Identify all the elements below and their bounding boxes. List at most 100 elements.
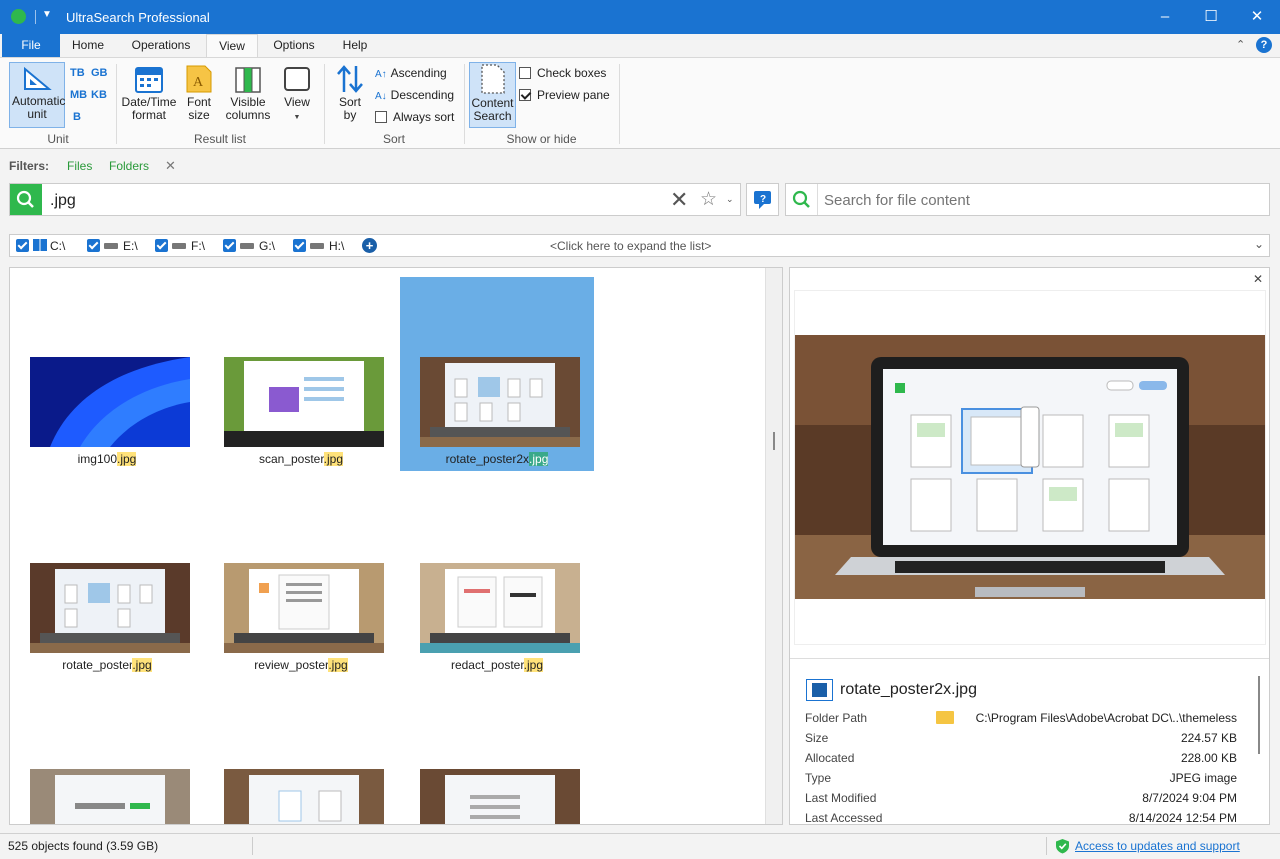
search-history-dropdown-icon[interactable]: ⌄ [726, 194, 734, 205]
clear-filters-icon[interactable]: ✕ [165, 158, 176, 174]
prop-last-modified-value: 8/7/2024 9:04 PM [1142, 791, 1237, 805]
collapse-ribbon-icon[interactable]: ⌃ [1236, 38, 1245, 51]
expand-drive-list-icon[interactable]: ⌄ [1254, 237, 1264, 251]
unit-gb-button[interactable]: GB [91, 67, 108, 79]
result-item[interactable]: rotate_poster.jpg [10, 483, 204, 677]
search-button[interactable] [10, 184, 42, 215]
ruler-triangle-icon [24, 66, 52, 90]
thumbnail-image [420, 563, 580, 653]
result-item[interactable]: img100.jpg [10, 277, 204, 471]
quick-access-separator [35, 10, 36, 24]
properties-scrollbar[interactable] [1258, 676, 1260, 754]
result-item[interactable] [204, 689, 398, 824]
columns-icon [235, 67, 261, 93]
folder-icon [936, 711, 954, 724]
chevron-down-icon: ▼ [293, 114, 301, 121]
drive-h-check-icon [293, 239, 306, 252]
favorite-star-icon[interactable]: ☆ [700, 188, 717, 211]
result-filename: img100.jpg [10, 452, 204, 466]
close-window-button[interactable]: ✕ [1234, 0, 1280, 34]
search-input[interactable]: .jpg [50, 192, 76, 210]
tab-operations[interactable]: Operations [118, 34, 204, 57]
drive-e-label: E:\ [123, 239, 138, 253]
sort-by-button[interactable]: Sort by [331, 64, 369, 128]
shield-check-icon [1056, 839, 1069, 854]
thumbnail-image [224, 357, 384, 447]
unit-mb-button[interactable]: MB [70, 89, 87, 101]
descending-label: Descending [390, 88, 455, 102]
automatic-unit-label: Automatic unit [12, 94, 66, 121]
sort-ascending-icon: A↑ [375, 69, 387, 80]
app-logo-icon[interactable] [11, 9, 26, 24]
clear-search-icon[interactable]: ✕ [670, 187, 688, 213]
content-search-input[interactable] [824, 190, 1254, 210]
drive-f[interactable]: F:\ [155, 239, 205, 253]
scrollbar-thumb[interactable] [773, 432, 775, 450]
filter-folders[interactable]: Folders [109, 159, 149, 173]
always-sort-checkbox[interactable]: Always sort [375, 110, 454, 124]
show-hide-group-label: Show or hide [506, 132, 577, 146]
expand-list-hint[interactable]: <Click here to expand the list> [550, 239, 711, 253]
filter-files[interactable]: Files [67, 159, 92, 173]
tab-view[interactable]: View [206, 34, 258, 57]
results-scrollbar[interactable] [765, 268, 782, 824]
visible-columns-button[interactable]: Visible columns [224, 64, 272, 128]
minimize-button[interactable]: – [1142, 0, 1188, 34]
tab-help[interactable]: Help [330, 34, 380, 57]
drive-e[interactable]: E:\ [87, 239, 138, 253]
content-search-button[interactable]: Content Search [469, 62, 516, 128]
result-list-group-label: Result list [193, 132, 246, 146]
search-help-button[interactable]: ? [746, 183, 779, 216]
unit-tb-button[interactable]: TB [70, 67, 85, 79]
result-extension: .jpg [529, 452, 549, 466]
result-item[interactable] [400, 689, 594, 824]
datetime-format-button[interactable]: Date/Time format [121, 64, 177, 128]
result-filename: redact_poster.jpg [400, 658, 594, 672]
result-item[interactable] [10, 689, 204, 824]
drive-g[interactable]: G:\ [223, 239, 275, 253]
prop-allocated-value: 228.00 KB [1180, 751, 1237, 765]
drive-h[interactable]: H:\ [293, 239, 344, 253]
result-extension: .jpg [323, 452, 344, 466]
add-drive-icon[interactable]: + [362, 238, 377, 253]
tab-options[interactable]: Options [264, 34, 324, 57]
content-search-button[interactable] [786, 184, 818, 215]
quick-access-dropdown-icon[interactable]: ▼ [42, 9, 52, 20]
preview-pane-check-icon [519, 89, 531, 101]
unit-b-button[interactable]: B [73, 111, 81, 123]
filters-label: Filters: [9, 159, 50, 173]
updates-support-link[interactable]: Access to updates and support [1075, 839, 1240, 853]
ascending-button[interactable]: A↑ Ascending [375, 66, 447, 80]
check-boxes-checkbox[interactable]: Check boxes [519, 66, 606, 80]
maximize-button[interactable]: ☐ [1188, 0, 1234, 34]
drive-list: C:\ E:\ F:\ G:\ H:\ + <Click here to exp… [9, 234, 1270, 257]
view-icon [284, 67, 310, 91]
thumbnail-image [224, 563, 384, 653]
unit-kb-button[interactable]: KB [91, 89, 107, 101]
always-sort-check-icon [375, 111, 387, 123]
tab-file[interactable]: File [2, 34, 60, 57]
thumbnail-image [224, 769, 384, 824]
svg-text:A: A [193, 75, 204, 90]
font-size-button[interactable]: A Font size [181, 64, 217, 128]
automatic-unit-button[interactable]: Automatic unit [9, 62, 65, 128]
preview-image [795, 335, 1265, 599]
result-extension: .jpg [117, 452, 137, 466]
tab-home[interactable]: Home [62, 34, 114, 57]
result-item[interactable]: review_poster.jpg [204, 483, 398, 677]
datetime-format-label: Date/Time format [121, 95, 177, 122]
result-item[interactable]: redact_poster.jpg [400, 483, 594, 677]
close-preview-icon[interactable]: ✕ [1253, 272, 1263, 286]
font-icon: A [186, 65, 212, 93]
result-item-selected[interactable]: rotate_poster2x.jpg [400, 277, 594, 471]
title-bar: ▼ UltraSearch Professional – ☐ ✕ [0, 0, 1280, 34]
help-icon[interactable]: ? [1256, 37, 1272, 53]
result-item[interactable]: scan_poster.jpg [204, 277, 398, 471]
hard-drive-icon [310, 243, 324, 249]
preview-pane-checkbox[interactable]: Preview pane [519, 88, 610, 102]
result-basename: img100 [77, 452, 117, 466]
sort-group-label: Sort [382, 132, 405, 146]
drive-c[interactable]: C:\ [16, 239, 65, 253]
descending-button[interactable]: A↓ Descending [375, 88, 454, 102]
view-mode-button[interactable]: View ▼ [278, 64, 316, 128]
